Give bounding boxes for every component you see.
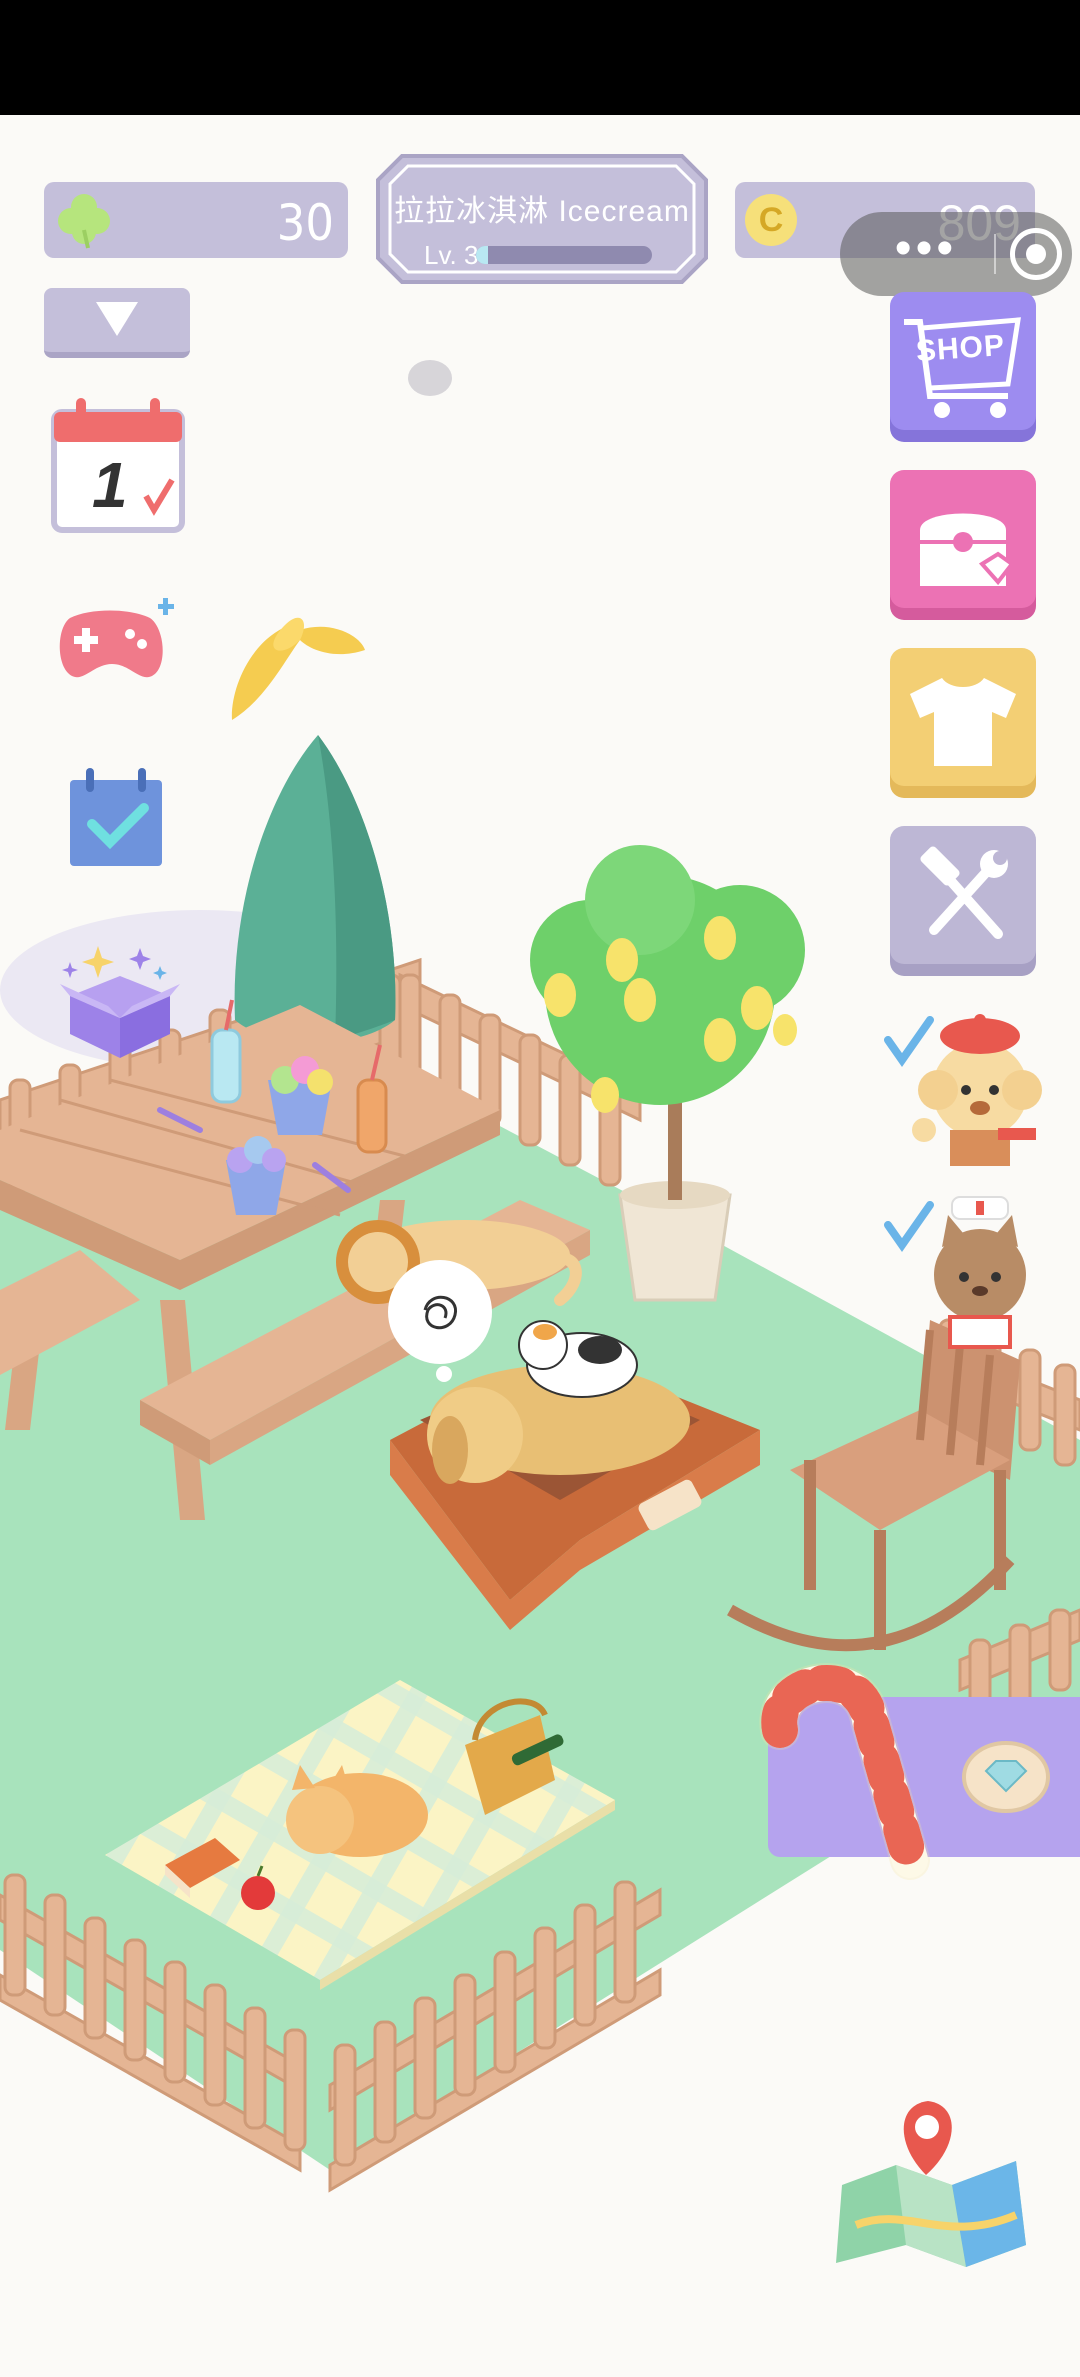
banana-peel <box>231 617 365 720</box>
coin-icon: C <box>745 194 797 246</box>
target-close-icon[interactable] <box>1010 228 1062 280</box>
outfit-button[interactable] <box>890 648 1036 798</box>
hammer-wrench-icon <box>920 846 1008 939</box>
shopping-cart-icon <box>904 317 1021 418</box>
calendar-day: 1 <box>92 449 128 521</box>
calendar-checkin-button[interactable]: 1 <box>50 398 186 534</box>
sparkle-gift-box-icon[interactable] <box>50 926 190 1066</box>
tools-button[interactable] <box>890 826 1036 976</box>
small-rock <box>408 360 452 396</box>
clover-icon <box>58 194 110 249</box>
shop-label: SHOP <box>914 328 1007 369</box>
cypress-tree <box>234 735 396 1043</box>
cat-staff-portrait[interactable] <box>880 1185 1050 1355</box>
gamepad-plus-icon[interactable] <box>50 598 180 688</box>
mini-program-capsule: ••• <box>840 212 1072 296</box>
treasure-chest-icon <box>920 513 1015 586</box>
t-shirt-icon <box>910 678 1016 766</box>
treasure-button[interactable] <box>890 470 1036 620</box>
level-label: Lv. 3 <box>424 240 479 270</box>
capsule-divider <box>994 234 996 274</box>
task-checklist-icon[interactable] <box>68 768 164 868</box>
candy-cane-icon[interactable] <box>750 1660 930 1880</box>
triangle-down-icon <box>96 302 138 336</box>
cat-staff-icon <box>884 1196 1026 1349</box>
shop-title-plate[interactable]: 拉拉冰淇淋 Icecream Lv. 3 <box>372 150 712 288</box>
poodle-staff-icon <box>884 1014 1042 1166</box>
clover-count: 30 <box>276 194 334 252</box>
map-pin-icon[interactable] <box>826 2095 1036 2275</box>
shop-name: 拉拉冰淇淋 Icecream <box>394 195 690 228</box>
more-dots-icon[interactable]: ••• <box>866 224 986 284</box>
clover-counter[interactable]: 30 <box>44 182 348 258</box>
level-progress-fill <box>476 246 489 264</box>
diamond-plate-icon <box>962 1741 1050 1813</box>
poodle-staff-portrait[interactable] <box>880 1000 1050 1170</box>
level-progress-bar <box>476 246 652 264</box>
shop-button[interactable]: SHOP <box>890 292 1036 442</box>
dropdown-button[interactable] <box>44 288 190 358</box>
